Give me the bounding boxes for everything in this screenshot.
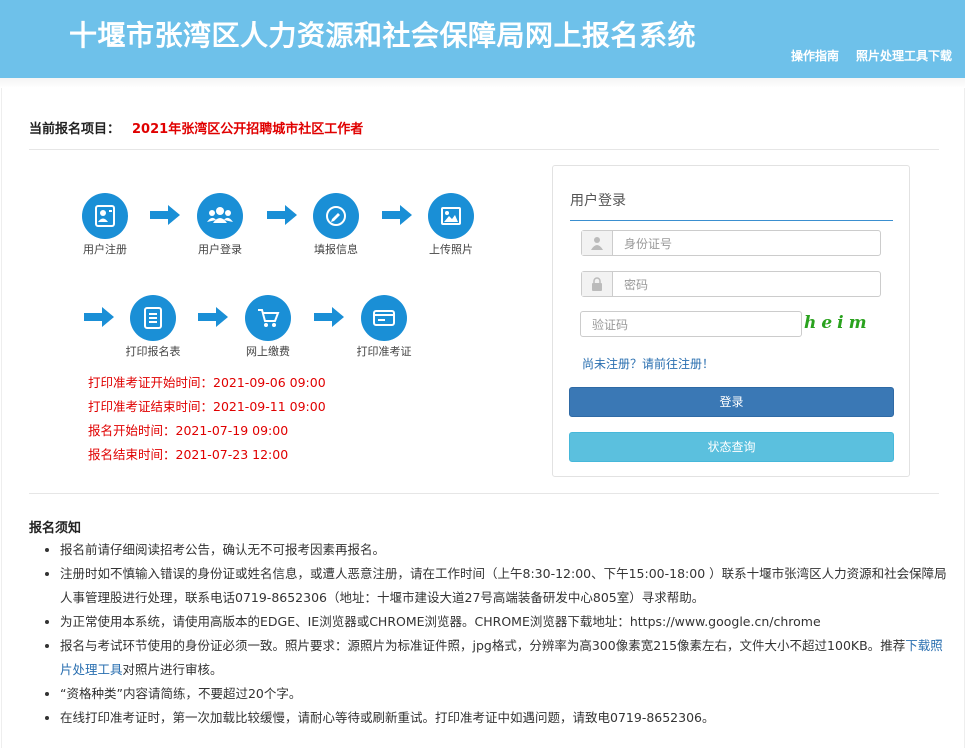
photo-tool-download-link[interactable]: 照片处理工具下载 [856,47,952,64]
id-number-placeholder: 身份证号 [624,237,673,251]
notice-item: 在线打印准考证时，第一次加载比较缓慢，请耐心等待或刷新重试。打印准考证中如遇问题… [60,706,955,730]
divider [29,149,939,150]
registration-end-time: 报名结束时间：2021-07-23 12:00 [88,447,289,462]
notice-photo-text-end: 对照片进行审核。 [122,662,223,677]
password-field[interactable]: 密码 [581,271,881,297]
step-label: 打印准考证 [356,345,412,358]
user-icon [582,231,613,255]
arrow-right-icon [314,307,344,327]
arrow-right-icon [382,205,412,225]
id-card-icon [82,193,128,239]
ticket-card-icon [361,295,407,341]
project-label: 当前报名项目： [29,122,121,137]
shopping-cart-icon [245,295,291,341]
current-project: 当前报名项目： 2021年张湾区公开招聘城市社区工作者 [29,118,363,137]
step-register: 用户注册 [70,193,140,257]
login-button[interactable]: 登录 [569,387,894,417]
lock-icon [582,272,613,296]
notice-item: 报名前请仔细阅读招考公告，确认无不可报考因素再报名。 [60,538,955,562]
users-icon [197,193,243,239]
edit-refresh-icon [313,193,359,239]
step-print-admission: 打印准考证 [349,295,419,359]
captcha-image[interactable]: heim [804,313,882,335]
step-label: 填报信息 [314,243,358,256]
step-fill-info: 填报信息 [301,193,371,257]
arrow-right-icon [267,205,297,225]
notice-title: 报名须知 [29,521,82,536]
print-end-time: 打印准考证结束时间：2021-09-11 09:00 [88,399,326,414]
captcha-placeholder: 验证码 [592,318,629,332]
password-placeholder: 密码 [624,278,649,292]
site-header: 十堰市张湾区人力资源和社会保障局网上报名系统 操作指南 照片处理工具下载 [0,0,965,78]
project-name: 2021年张湾区公开招聘城市社区工作者 [132,122,364,137]
step-label: 上传照片 [429,243,473,256]
notice-item: 为正常使用本系统，请使用高版本的EDGE、IE浏览器或CHROME浏览器。CHR… [60,610,955,634]
arrow-right-icon [198,307,228,327]
document-icon [130,295,176,341]
login-title: 用户登录 [570,193,626,209]
step-label: 网上缴费 [246,345,290,358]
divider [29,493,939,494]
step-login: 用户登录 [185,193,255,257]
notice-list: 报名前请仔细阅读招考公告，确认无不可报考因素再报名。 注册时如不慎输入错误的身份… [44,538,955,730]
id-number-field[interactable]: 身份证号 [581,230,881,256]
notice-item: “资格种类”内容请简练，不要超过20个字。 [60,682,955,706]
image-icon [428,193,474,239]
status-query-button[interactable]: 状态查询 [569,432,894,462]
notice-photo-text: 报名与考试环节使用的身份证必须一致。照片要求：源照片为标准证件照，jpg格式，分… [60,638,906,653]
guide-link[interactable]: 操作指南 [791,47,839,64]
register-link[interactable]: 尚未注册？请前往注册！ [582,355,714,372]
step-online-payment: 网上缴费 [233,295,303,359]
print-start-time: 打印准考证开始时间：2021-09-06 09:00 [88,375,326,390]
notice-item: 注册时如不慎输入错误的身份证或姓名信息，或遭人恶意注册，请在工作时间（上午8:3… [60,562,955,610]
arrow-right-icon [150,205,180,225]
site-title: 十堰市张湾区人力资源和社会保障局网上报名系统 [69,19,697,52]
step-label: 用户注册 [83,243,127,256]
header-shadow [0,78,965,88]
notice-item: 报名与考试环节使用的身份证必须一致。照片要求：源照片为标准证件照，jpg格式，分… [60,634,955,682]
step-print-form: 打印报名表 [118,295,188,359]
arrow-right-icon [84,307,114,327]
registration-start-time: 报名开始时间：2021-07-19 09:00 [88,423,289,438]
step-label: 用户登录 [198,243,242,256]
captcha-input[interactable]: 验证码 [580,311,802,337]
step-upload-photo: 上传照片 [416,193,486,257]
step-label: 打印报名表 [125,345,181,358]
login-title-underline [570,220,893,221]
